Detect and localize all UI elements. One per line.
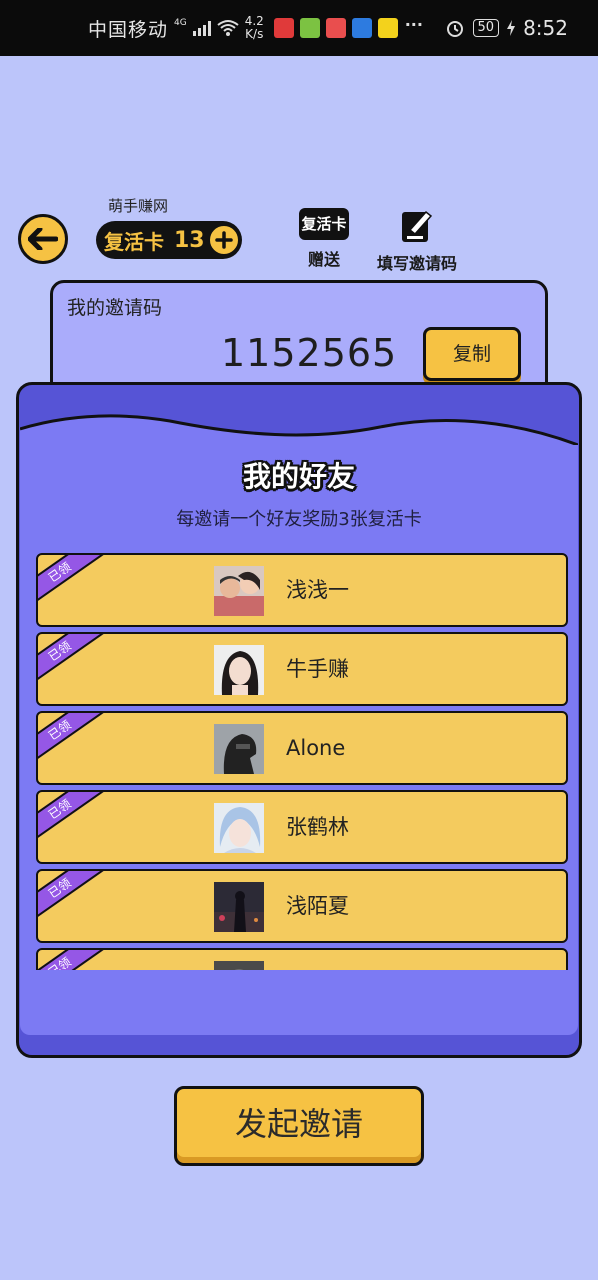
claimed-ribbon: 已领	[38, 871, 115, 927]
friends-list[interactable]: 已领 浅浅一 已领 牛手赚 已领 Alone 已领 张鹤林 已领 浅陌夏 已领	[36, 553, 568, 970]
friend-row[interactable]: 已领 牛手赚	[36, 632, 568, 706]
claimed-label: 已领	[45, 796, 74, 822]
network-speed: 4.2 K/s	[245, 15, 264, 41]
app-notification-icon	[273, 18, 294, 38]
edit-icon	[402, 210, 433, 242]
wave-divider	[20, 405, 578, 445]
network-type: 4G	[174, 18, 187, 28]
friend-row[interactable]: 已领 张鹤林	[36, 790, 568, 864]
status-right: 50 8:52	[445, 0, 568, 56]
app-notification-icon	[325, 18, 346, 38]
friend-name: Alone	[286, 736, 346, 760]
carrier-name: 中国移动	[88, 18, 169, 41]
plus-icon	[215, 231, 233, 249]
claimed-ribbon: 已领	[38, 634, 115, 690]
app-notification-icon	[299, 18, 320, 38]
claimed-label: 已领	[45, 559, 74, 585]
speed-unit: K/s	[245, 27, 264, 41]
copy-button[interactable]: 复制	[423, 327, 521, 381]
fill-invite-label: 填写邀请码	[376, 254, 457, 273]
friend-name: 浅浅一	[286, 578, 349, 602]
revive-card-label: 复活卡	[104, 229, 164, 254]
friend-name: 浅陌夏	[286, 894, 349, 918]
alarm-icon	[446, 21, 463, 37]
claimed-ribbon: 已领	[38, 555, 115, 611]
clock: 8:52	[523, 16, 568, 40]
gift-label: 赠送	[307, 250, 340, 269]
revive-card-counter: 复活卡 13	[96, 221, 242, 259]
claimed-ribbon: 已领	[38, 950, 115, 970]
claimed-label: 已领	[45, 717, 74, 743]
avatar	[214, 803, 264, 853]
add-revive-card-button[interactable]	[208, 224, 240, 256]
claimed-ribbon: 已领	[38, 713, 115, 769]
claimed-label: 已领	[45, 954, 74, 970]
friends-title: 我的好友	[242, 460, 355, 493]
avatar	[214, 645, 264, 695]
friend-name: 张鹤林	[286, 815, 349, 839]
arrow-left-icon	[28, 228, 58, 250]
charging-icon	[507, 20, 516, 36]
revive-card-count: 13	[174, 227, 205, 253]
battery-icon: 50	[472, 19, 500, 37]
claimed-label: 已领	[45, 638, 74, 664]
revive-card-badge-icon: 复活卡	[299, 208, 349, 240]
app-notification-icon	[377, 18, 398, 38]
brand-label: 萌手赚网	[108, 197, 169, 215]
friend-name: 牛手赚	[286, 657, 349, 681]
fill-invite-code-button[interactable]: 填写邀请码	[372, 208, 462, 274]
friends-subtitle: 每邀请一个好友奖励3张复活卡	[176, 509, 422, 530]
gift-card-button[interactable]: 复活卡 赠送	[298, 208, 350, 270]
claimed-ribbon: 已领	[38, 792, 115, 848]
invite-code-label: 我的邀请码	[67, 297, 163, 319]
invite-code-value: 1152565	[221, 331, 398, 375]
friends-panel-body: 我的好友 每邀请一个好友奖励3张复活卡 已领 浅浅一 已领 牛手赚 已领 Alo…	[20, 405, 578, 1035]
friend-row[interactable]: 已领 Alone	[36, 711, 568, 785]
notification-icons: ···	[273, 15, 424, 38]
status-bar: 中国移动 4G 4.2 K/s ··· 50 8:52	[0, 0, 598, 56]
signal-icon	[192, 20, 211, 36]
wifi-icon	[217, 20, 239, 36]
app-notification-icon	[351, 18, 372, 38]
avatar	[214, 566, 264, 616]
send-invite-button[interactable]: 发起邀请	[174, 1086, 424, 1166]
friend-row[interactable]: 已领 浅浅一	[36, 553, 568, 627]
avatar	[214, 882, 264, 932]
status-left: 中国移动 4G 4.2 K/s ···	[88, 0, 424, 56]
avatar	[214, 961, 264, 970]
more-notifications-icon: ···	[404, 15, 423, 34]
friend-row[interactable]: 已领 浅陌夏	[36, 869, 568, 943]
claimed-label: 已领	[45, 875, 74, 901]
back-button[interactable]	[18, 214, 68, 264]
avatar	[214, 724, 264, 774]
friends-panel: 我的好友 每邀请一个好友奖励3张复活卡 已领 浅浅一 已领 牛手赚 已领 Alo…	[16, 382, 582, 1058]
speed-value: 4.2	[244, 14, 264, 28]
friend-row[interactable]: 已领	[36, 948, 568, 970]
